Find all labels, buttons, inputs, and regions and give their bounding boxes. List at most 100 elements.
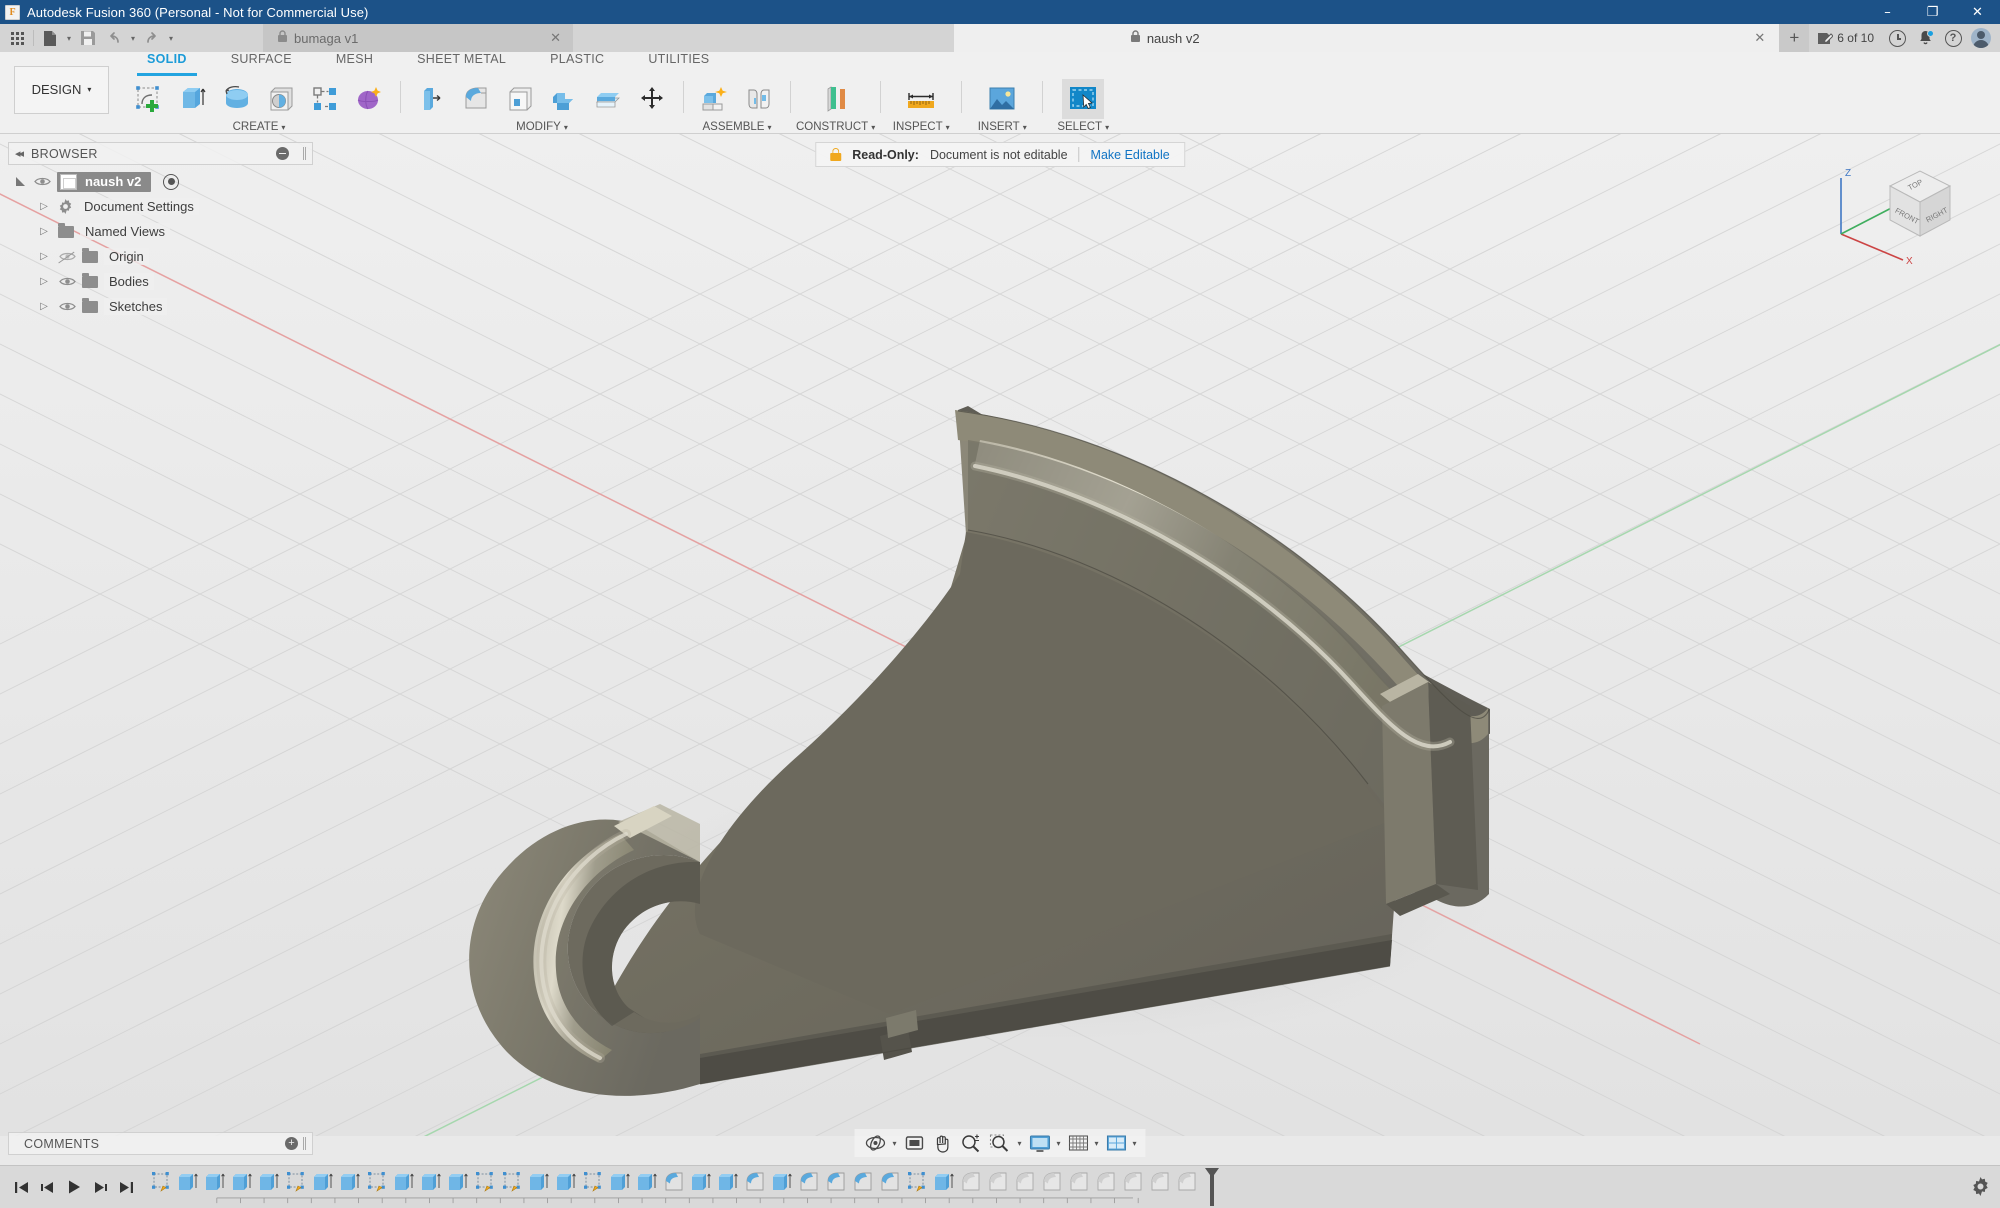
move-copy-button[interactable] bbox=[631, 79, 673, 119]
timeline-feature-extrude[interactable] bbox=[310, 1169, 336, 1195]
timeline-feature-fillet[interactable] bbox=[877, 1169, 903, 1195]
timeline-feature-sketch[interactable] bbox=[283, 1169, 309, 1195]
step-back-button[interactable] bbox=[40, 1180, 55, 1195]
timeline-settings-icon[interactable] bbox=[1971, 1177, 1990, 1199]
view-cube[interactable]: Z X TOP FRONT RIGHT bbox=[1828, 156, 1958, 271]
timeline-track[interactable] bbox=[148, 1166, 2000, 1208]
timeline-feature-fillet[interactable] bbox=[661, 1169, 687, 1195]
workspace-selector[interactable]: DESIGN ▾ bbox=[0, 52, 115, 133]
help-icon[interactable]: ? bbox=[1940, 26, 1966, 50]
add-comment-icon[interactable]: + bbox=[285, 1137, 298, 1150]
radio-selected-icon[interactable] bbox=[163, 173, 180, 190]
browser-item-sketches[interactable]: ▷ Sketches bbox=[8, 294, 313, 319]
zoom-button[interactable] bbox=[956, 1130, 984, 1156]
close-icon[interactable]: ✕ bbox=[1754, 30, 1765, 46]
timeline-feature-extrude[interactable] bbox=[688, 1169, 714, 1195]
timeline-feature-extrude[interactable] bbox=[634, 1169, 660, 1195]
timeline-feature-extrude[interactable] bbox=[202, 1169, 228, 1195]
timeline-feature-fillet-grey[interactable] bbox=[1012, 1169, 1038, 1195]
close-button[interactable]: ✕ bbox=[1955, 0, 2000, 24]
tab-solid[interactable]: SOLID bbox=[125, 52, 209, 76]
new-tab-button[interactable]: + bbox=[1779, 24, 1810, 52]
chevron-down-icon[interactable]: ▾ bbox=[1132, 1139, 1140, 1148]
zoom-fit-button[interactable] bbox=[985, 1130, 1015, 1156]
timeline-feature-fillet-grey[interactable] bbox=[958, 1169, 984, 1195]
timeline-feature-extrude[interactable] bbox=[553, 1169, 579, 1195]
expander-icon[interactable] bbox=[16, 177, 25, 186]
timeline-feature-sketch[interactable] bbox=[499, 1169, 525, 1195]
timeline-feature-sketch[interactable] bbox=[364, 1169, 390, 1195]
timeline-feature-extrude[interactable] bbox=[391, 1169, 417, 1195]
undo-caret-icon[interactable]: ▾ bbox=[127, 26, 139, 50]
timeline-feature-fillet-grey[interactable] bbox=[1120, 1169, 1146, 1195]
timeline-feature-extrude[interactable] bbox=[256, 1169, 282, 1195]
joint-button[interactable] bbox=[738, 79, 780, 119]
document-tab-naush[interactable]: naush v2 bbox=[953, 24, 1374, 52]
browser-item-named-views[interactable]: ▷ Named Views bbox=[8, 219, 313, 244]
redo-icon[interactable] bbox=[139, 26, 165, 50]
timeline-feature-extrude[interactable] bbox=[175, 1169, 201, 1195]
timeline-feature-extrude[interactable] bbox=[526, 1169, 552, 1195]
timeline-feature-fillet-grey[interactable] bbox=[985, 1169, 1011, 1195]
timeline-feature-extrude[interactable] bbox=[715, 1169, 741, 1195]
eye-icon[interactable] bbox=[33, 176, 51, 187]
timeline-feature-fillet[interactable] bbox=[850, 1169, 876, 1195]
undo-icon[interactable] bbox=[101, 26, 127, 50]
press-pull-button[interactable] bbox=[411, 79, 453, 119]
eye-hidden-icon[interactable] bbox=[58, 251, 76, 262]
avatar-icon[interactable] bbox=[1968, 26, 1994, 50]
look-at-button[interactable] bbox=[900, 1130, 928, 1156]
offset-plane-button[interactable] bbox=[815, 79, 857, 119]
save-icon[interactable] bbox=[75, 26, 101, 50]
timeline-feature-sketch[interactable] bbox=[148, 1169, 174, 1195]
timeline-marker-icon[interactable] bbox=[1205, 1168, 1219, 1208]
minimize-button[interactable]: – bbox=[1865, 0, 1910, 24]
timeline-feature-fillet-grey[interactable] bbox=[1039, 1169, 1065, 1195]
orbit-button[interactable] bbox=[860, 1130, 890, 1156]
step-forward-button[interactable] bbox=[93, 1180, 108, 1195]
play-button[interactable] bbox=[66, 1179, 82, 1195]
chevron-down-icon[interactable]: ▾ bbox=[891, 1139, 899, 1148]
redo-caret-icon[interactable]: ▾ bbox=[165, 26, 177, 50]
grid-snaps-button[interactable] bbox=[1065, 1130, 1093, 1156]
timeline-feature-sketch[interactable] bbox=[904, 1169, 930, 1195]
job-status[interactable]: 6 of 10 bbox=[1809, 31, 1882, 46]
eye-icon[interactable] bbox=[58, 301, 76, 312]
document-tab-bumaga[interactable]: bumaga v1 ✕ bbox=[263, 24, 573, 52]
combine-button[interactable] bbox=[543, 79, 585, 119]
eye-icon[interactable] bbox=[58, 276, 76, 287]
display-settings-button[interactable] bbox=[1025, 1130, 1054, 1156]
chevron-down-icon[interactable]: ▾ bbox=[1094, 1139, 1102, 1148]
comments-panel[interactable]: COMMENTS + bbox=[8, 1132, 313, 1155]
viewport[interactable]: ◂◂ BROWSER naush v2 ▷ Document Settings … bbox=[0, 134, 2000, 1165]
timeline-feature-extrude[interactable] bbox=[445, 1169, 471, 1195]
revolve-button[interactable] bbox=[216, 79, 258, 119]
expander-icon[interactable]: ▷ bbox=[36, 201, 52, 212]
timeline-feature-fillet-grey[interactable] bbox=[1093, 1169, 1119, 1195]
timeline-feature-fillet[interactable] bbox=[823, 1169, 849, 1195]
timeline-feature-fillet[interactable] bbox=[742, 1169, 768, 1195]
timeline-feature-sketch[interactable] bbox=[472, 1169, 498, 1195]
timeline-feature-extrude[interactable] bbox=[607, 1169, 633, 1195]
pan-hand-button[interactable] bbox=[929, 1130, 955, 1156]
tab-surface[interactable]: SURFACE bbox=[209, 52, 314, 72]
measure-button[interactable] bbox=[900, 79, 942, 119]
timeline-feature-sketch[interactable] bbox=[580, 1169, 606, 1195]
tab-plastic[interactable]: PLASTIC bbox=[528, 52, 626, 72]
browser-item-document-settings[interactable]: ▷ Document Settings bbox=[8, 194, 313, 219]
browser-item-origin[interactable]: ▷ Origin bbox=[8, 244, 313, 269]
timeline-feature-fillet[interactable] bbox=[796, 1169, 822, 1195]
chevron-down-icon[interactable]: ▾ bbox=[1016, 1139, 1024, 1148]
create-form-button[interactable] bbox=[348, 79, 390, 119]
browser-root-item[interactable]: naush v2 bbox=[8, 169, 313, 194]
fillet-button[interactable] bbox=[455, 79, 497, 119]
clock-icon[interactable] bbox=[1884, 26, 1910, 50]
offset-face-button[interactable] bbox=[587, 79, 629, 119]
tab-mesh[interactable]: MESH bbox=[314, 52, 395, 72]
timeline-feature-extrude[interactable] bbox=[931, 1169, 957, 1195]
close-icon[interactable]: ✕ bbox=[530, 30, 561, 46]
viewports-button[interactable] bbox=[1103, 1130, 1131, 1156]
expander-icon[interactable]: ▷ bbox=[36, 251, 52, 262]
new-file-caret-icon[interactable]: ▾ bbox=[63, 26, 75, 50]
insert-image-button[interactable] bbox=[981, 79, 1023, 119]
